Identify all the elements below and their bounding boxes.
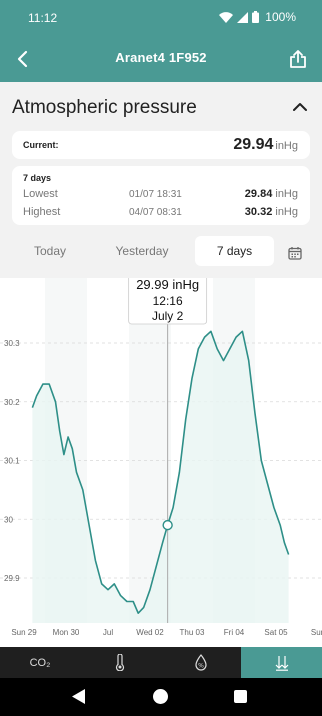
bottom-nav: CO₂ %: [0, 647, 322, 678]
stats-highest-row: Highest 04/07 08:31 30.32 inHg: [23, 206, 298, 220]
period-tabs: Today Yesterday 7 days: [0, 234, 322, 268]
x-tick-label: Thu 03: [180, 628, 205, 637]
section-title: Atmospheric pressure: [12, 97, 197, 118]
system-recents-icon[interactable]: [234, 690, 247, 703]
nav-pressure[interactable]: [241, 647, 322, 678]
status-bar: 11:12 100%: [0, 0, 322, 36]
battery-icon: [252, 11, 260, 23]
system-home-icon[interactable]: [153, 689, 168, 704]
system-nav-bar: [0, 678, 322, 716]
tooltip-value: 29.99 inHg: [136, 278, 199, 292]
co2-label: CO₂: [29, 656, 51, 669]
highest-date: 04/07 08:31: [129, 207, 182, 218]
x-tick-label: Sat 05: [264, 628, 288, 637]
y-tick-label: 30.2: [4, 398, 20, 407]
tooltip-date: July 2: [152, 309, 184, 323]
svg-text:%: %: [198, 663, 204, 670]
wifi-icon: [219, 11, 234, 23]
lowest-number: 29.84: [244, 188, 273, 200]
chevron-up-icon: [293, 102, 307, 111]
lowest-unit: inHg: [275, 188, 298, 200]
device-title: Aranet4 1F952: [115, 50, 207, 65]
current-number: 29.94: [233, 136, 274, 153]
tab-yesterday[interactable]: Yesterday: [96, 236, 188, 266]
tab-7-days[interactable]: 7 days: [195, 236, 274, 266]
current-label: Current:: [23, 140, 59, 150]
y-tick-label: 30: [4, 515, 13, 524]
stats-period: 7 days: [23, 173, 52, 183]
cursor-point: [162, 519, 173, 531]
lowest-value: 29.84 inHg: [245, 188, 298, 200]
highest-unit: inHg: [275, 206, 298, 218]
x-tick-label: Wed 02: [136, 628, 164, 637]
current-value: 29.94 inHg: [233, 136, 298, 154]
status-icons: 100%: [219, 10, 296, 24]
current-unit: inHg: [275, 140, 298, 152]
tab-today[interactable]: Today: [10, 236, 90, 266]
x-tick-label: Sun: [311, 628, 322, 637]
share-button[interactable]: [284, 45, 312, 73]
stats-lowest-row: Lowest 01/07 18:31 29.84 inHg: [23, 188, 298, 202]
humidity-icon: %: [195, 654, 207, 671]
pressure-chart[interactable]: 30.3 30.2 30.1 30 29.9 Sun 29 Mon 30 Jul Wed 02 T…: [0, 278, 322, 647]
signal-icon: [237, 11, 249, 23]
stats-card: 7 days Lowest 01/07 18:31 29.84 inHg Hig…: [12, 166, 310, 225]
x-tick-label: Jul: [103, 628, 113, 637]
system-back-icon[interactable]: [72, 689, 86, 704]
x-tick-label: Fri 04: [224, 628, 245, 637]
status-time: 11:12: [28, 11, 58, 25]
nav-co2[interactable]: CO₂: [0, 647, 80, 678]
highest-label: Highest: [23, 206, 61, 218]
collapse-button[interactable]: [290, 96, 310, 116]
y-tick-label: 30.1: [4, 457, 20, 466]
battery-percent: 100%: [265, 10, 296, 24]
highest-value: 30.32 inHg: [245, 206, 298, 218]
x-tick-label: Sun 29: [11, 628, 37, 637]
highest-number: 30.32: [244, 206, 273, 218]
nav-humidity[interactable]: %: [161, 647, 241, 678]
y-tick-label: 29.9: [4, 574, 20, 583]
x-tick-label: Mon 30: [53, 628, 80, 637]
share-icon: [290, 50, 306, 68]
pressure-chart-svg[interactable]: 30.3 30.2 30.1 30 29.9 Sun 29 Mon 30 Jul Wed 02 T…: [0, 278, 322, 647]
lowest-date: 01/07 18:31: [129, 189, 182, 200]
lowest-label: Lowest: [23, 188, 58, 200]
calendar-icon: [288, 247, 302, 260]
section-header: Atmospheric pressure: [0, 82, 322, 130]
y-tick-label: 30.3: [4, 339, 20, 348]
calendar-button[interactable]: [284, 242, 306, 264]
current-card: Current: 29.94 inHg: [12, 131, 310, 159]
thermometer-icon: [115, 654, 125, 671]
nav-temperature[interactable]: [80, 647, 160, 678]
tooltip-time: 12:16: [153, 294, 183, 308]
app-bar: Aranet4 1F952: [0, 36, 322, 82]
pressure-arrows-icon: [275, 655, 288, 671]
